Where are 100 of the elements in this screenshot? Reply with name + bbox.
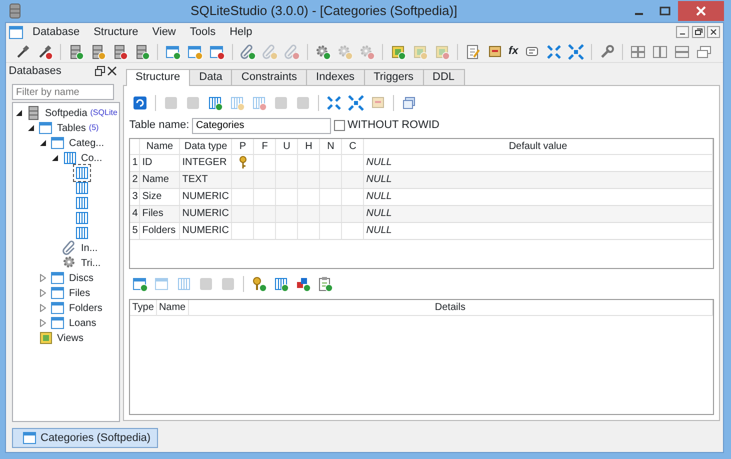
- plug-icon[interactable]: [14, 44, 30, 60]
- column-icon[interactable]: [74, 195, 90, 212]
- table-icon[interactable]: [50, 315, 66, 332]
- collapse-arrow-icon[interactable]: [52, 154, 58, 162]
- collapse-arrow-icon[interactable]: [28, 124, 34, 132]
- columns-icon[interactable]: [62, 150, 78, 166]
- mdi-close-icon[interactable]: [707, 26, 720, 38]
- column-header: H: [298, 139, 320, 156]
- column-header: Details: [188, 300, 713, 316]
- tab[interactable]: Triggers: [364, 68, 424, 84]
- tree-item[interactable]: Files: [67, 286, 92, 301]
- tree-item[interactable]: Categ...: [67, 136, 106, 151]
- float-icon[interactable]: [94, 66, 104, 76]
- layers-icon[interactable]: [401, 94, 418, 110]
- menu-item[interactable]: Tools: [182, 23, 223, 41]
- tree-item[interactable]: Views: [55, 330, 86, 346]
- key-icon: [238, 156, 247, 170]
- column-plus-icon[interactable]: [273, 276, 290, 292]
- column-icon[interactable]: [74, 225, 90, 242]
- table-icon[interactable]: [50, 285, 66, 302]
- menu-item[interactable]: Database: [26, 23, 87, 41]
- tile-vertical-icon[interactable]: [652, 44, 668, 60]
- wrench-icon[interactable]: [599, 44, 616, 60]
- cascade-icon[interactable]: [696, 44, 712, 60]
- tree-item[interactable]: Discs: [67, 270, 96, 286]
- table-icon[interactable]: [22, 430, 38, 446]
- tree-item[interactable]: Co...: [79, 150, 104, 166]
- database-plus-icon[interactable]: [68, 44, 84, 60]
- tile-horizontal-icon[interactable]: [674, 44, 690, 60]
- menu-item[interactable]: Structure: [86, 23, 146, 41]
- table-icon[interactable]: [50, 300, 66, 316]
- app-icon: [8, 3, 22, 19]
- filter-field[interactable]: Filter by name: [12, 84, 114, 100]
- column-icon[interactable]: [74, 210, 90, 226]
- gear-minus-icon[interactable]: [358, 44, 374, 60]
- collapse-icon[interactable]: [326, 94, 342, 110]
- panel-title: Databases: [8, 64, 62, 79]
- menu-item[interactable]: View: [145, 23, 183, 41]
- window-menu-icon[interactable]: [8, 26, 23, 38]
- close-icon[interactable]: [107, 66, 118, 76]
- view-plus-icon[interactable]: [390, 44, 406, 60]
- plug-icon[interactable]: [36, 44, 52, 60]
- table-plus-icon[interactable]: [164, 44, 180, 60]
- table-cell: NULL: [364, 206, 713, 222]
- tree-item[interactable]: Loans: [67, 316, 98, 331]
- column-plus-icon[interactable]: [207, 94, 224, 110]
- table-icon[interactable]: [50, 270, 66, 286]
- tab[interactable]: Structure: [126, 68, 190, 86]
- column-icon[interactable]: [74, 165, 90, 182]
- database-minus-icon[interactable]: [112, 44, 128, 60]
- expand-arrow-icon[interactable]: [40, 304, 46, 312]
- expand-arrow-icon[interactable]: [40, 289, 46, 298]
- field-label: Table name:: [129, 118, 190, 134]
- tree-item[interactable]: In...: [79, 240, 100, 256]
- column-header: Default value: [364, 139, 713, 156]
- tile-icon[interactable]: [630, 44, 646, 60]
- collapse-arrow-icon[interactable]: [40, 140, 46, 147]
- key-plus-icon[interactable]: [251, 276, 268, 292]
- collapse-arrow-icon[interactable]: [16, 110, 22, 117]
- tab[interactable]: Indexes: [306, 68, 365, 84]
- tab[interactable]: DDL: [422, 68, 465, 84]
- function-icon[interactable]: fx: [508, 43, 518, 60]
- table-name-field[interactable]: Categories: [192, 118, 331, 134]
- mdi-restore-icon[interactable]: [692, 26, 704, 38]
- table-cell: Name: [140, 172, 180, 188]
- tree-item[interactable]: Folders: [67, 300, 104, 316]
- table-cell: NUMERIC: [180, 189, 232, 206]
- tree-item[interactable]: Tri...: [79, 256, 103, 271]
- checkbox[interactable]: [334, 120, 345, 131]
- menu-item[interactable]: Help: [222, 23, 260, 41]
- expand-icon[interactable]: [348, 94, 364, 110]
- expand-arrow-icon[interactable]: [40, 319, 46, 328]
- task-button[interactable]: Categories (Softpedia): [12, 428, 158, 448]
- gear-plus-icon[interactable]: [314, 44, 330, 60]
- refresh-icon[interactable]: [132, 94, 148, 110]
- tab[interactable]: Constraints: [231, 68, 308, 84]
- paperclip-minus-icon[interactable]: [284, 44, 300, 60]
- column-header: Data type: [180, 139, 232, 156]
- paperclip-edit-icon[interactable]: [262, 44, 278, 60]
- view-minus-icon[interactable]: [434, 44, 450, 60]
- mdi-minimize-icon[interactable]: [676, 26, 689, 38]
- table-cell: Files: [140, 206, 180, 222]
- tab[interactable]: Data: [189, 68, 232, 84]
- column-icon[interactable]: [74, 180, 90, 196]
- column-minus-icon[interactable]: [251, 94, 268, 110]
- expand-icon[interactable]: [568, 44, 584, 60]
- table-minus-icon[interactable]: [208, 44, 224, 60]
- clipboard-plus-icon[interactable]: [317, 276, 334, 292]
- column-header: Name: [140, 139, 180, 156]
- views-icon[interactable]: [38, 330, 54, 346]
- collapse-icon[interactable]: [546, 44, 562, 60]
- tree-item[interactable]: Softpedia: [43, 106, 90, 121]
- sql-editor-icon[interactable]: [464, 44, 480, 60]
- paperclip-plus-icon[interactable]: [240, 44, 256, 60]
- tree-item[interactable]: Tables: [55, 120, 88, 136]
- database-edit-icon[interactable]: [90, 44, 106, 60]
- table-cell: NULL: [364, 223, 713, 240]
- expand-arrow-icon[interactable]: [40, 274, 46, 282]
- blocks-plus-icon[interactable]: [295, 276, 312, 292]
- table-cell: INTEGER: [180, 155, 232, 172]
